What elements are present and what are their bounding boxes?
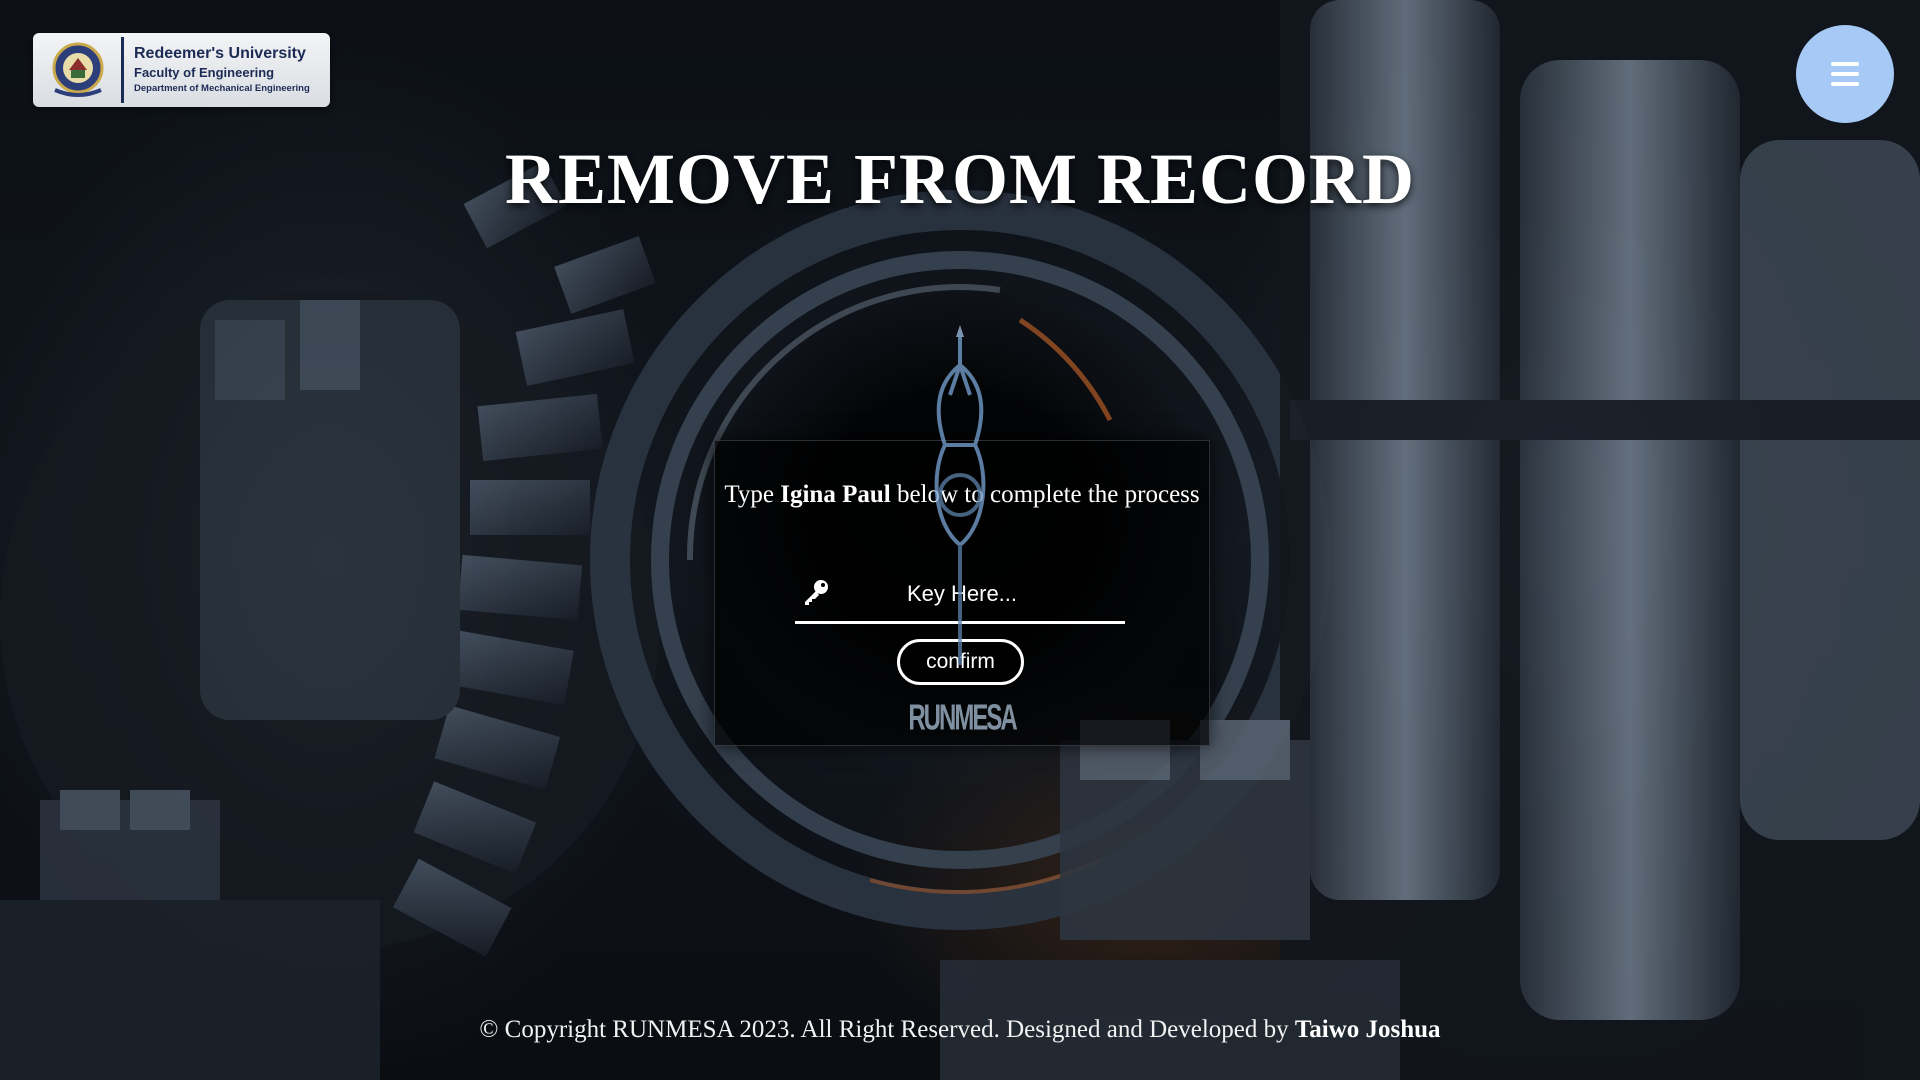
university-logo[interactable]: Redeemer's University Faculty of Enginee… — [33, 33, 330, 107]
menu-button[interactable] — [1796, 25, 1894, 123]
footer: © Copyright RUNMESA 2023. All Right Rese… — [0, 1016, 1920, 1044]
developer-name: Taiwo Joshua — [1294, 1016, 1441, 1043]
logo-divider — [121, 37, 124, 103]
runmesa-emblem-icon — [934, 325, 986, 665]
copyright-text: © Copyright RUNMESA 2023. All Right Rese… — [479, 1016, 1289, 1043]
logo-department-name: Department of Mechanical Engineering — [134, 83, 310, 94]
logo-text: Redeemer's University Faculty of Enginee… — [134, 44, 310, 96]
prompt-prefix: Type — [724, 481, 774, 508]
university-crest-icon — [45, 39, 111, 101]
target-name: Igina Paul — [780, 481, 891, 508]
logo-faculty-name: Faculty of Engineering — [134, 65, 275, 80]
hamburger-icon — [1831, 62, 1859, 86]
page-title: REMOVE FROM RECORD — [505, 139, 1415, 219]
logo-university-name: Redeemer's University — [134, 45, 306, 62]
key-icon — [805, 580, 828, 605]
